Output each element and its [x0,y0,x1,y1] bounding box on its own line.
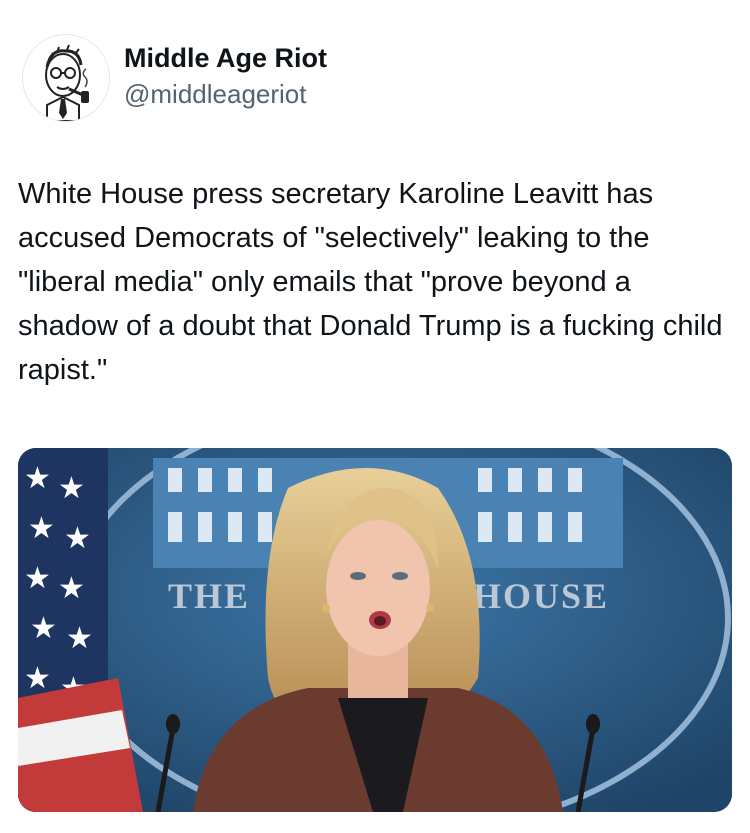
tweet-media[interactable]: THE HOUSE ★★ ★★ ★★ ★★ ★★ [18,448,732,812]
press-briefing-photo-icon: THE HOUSE ★★ ★★ ★★ ★★ ★★ [18,448,732,812]
author-display-name[interactable]: Middle Age Riot [124,42,327,74]
svg-text:★: ★ [24,461,51,496]
cartoon-man-with-pipe-avatar-icon [23,35,109,121]
seal-text-left: THE [168,576,250,616]
tweet-header: Middle Age Riot @middleageriot [22,34,722,124]
svg-text:★: ★ [28,511,55,546]
seal-text-right: HOUSE [473,576,609,616]
tweet-card: Middle Age Riot @middleageriot White Hou… [0,0,750,833]
author-names: Middle Age Riot @middleageriot [124,42,327,110]
svg-text:★: ★ [64,521,91,556]
avatar[interactable] [22,34,110,122]
tweet-text: White House press secretary Karoline Lea… [18,178,731,386]
svg-text:★: ★ [24,661,51,696]
author-handle[interactable]: @middleageriot [124,78,327,110]
svg-text:★: ★ [66,621,93,656]
svg-text:★: ★ [58,571,85,606]
svg-text:★: ★ [58,471,85,506]
svg-text:★: ★ [30,611,57,646]
svg-text:★: ★ [24,561,51,596]
